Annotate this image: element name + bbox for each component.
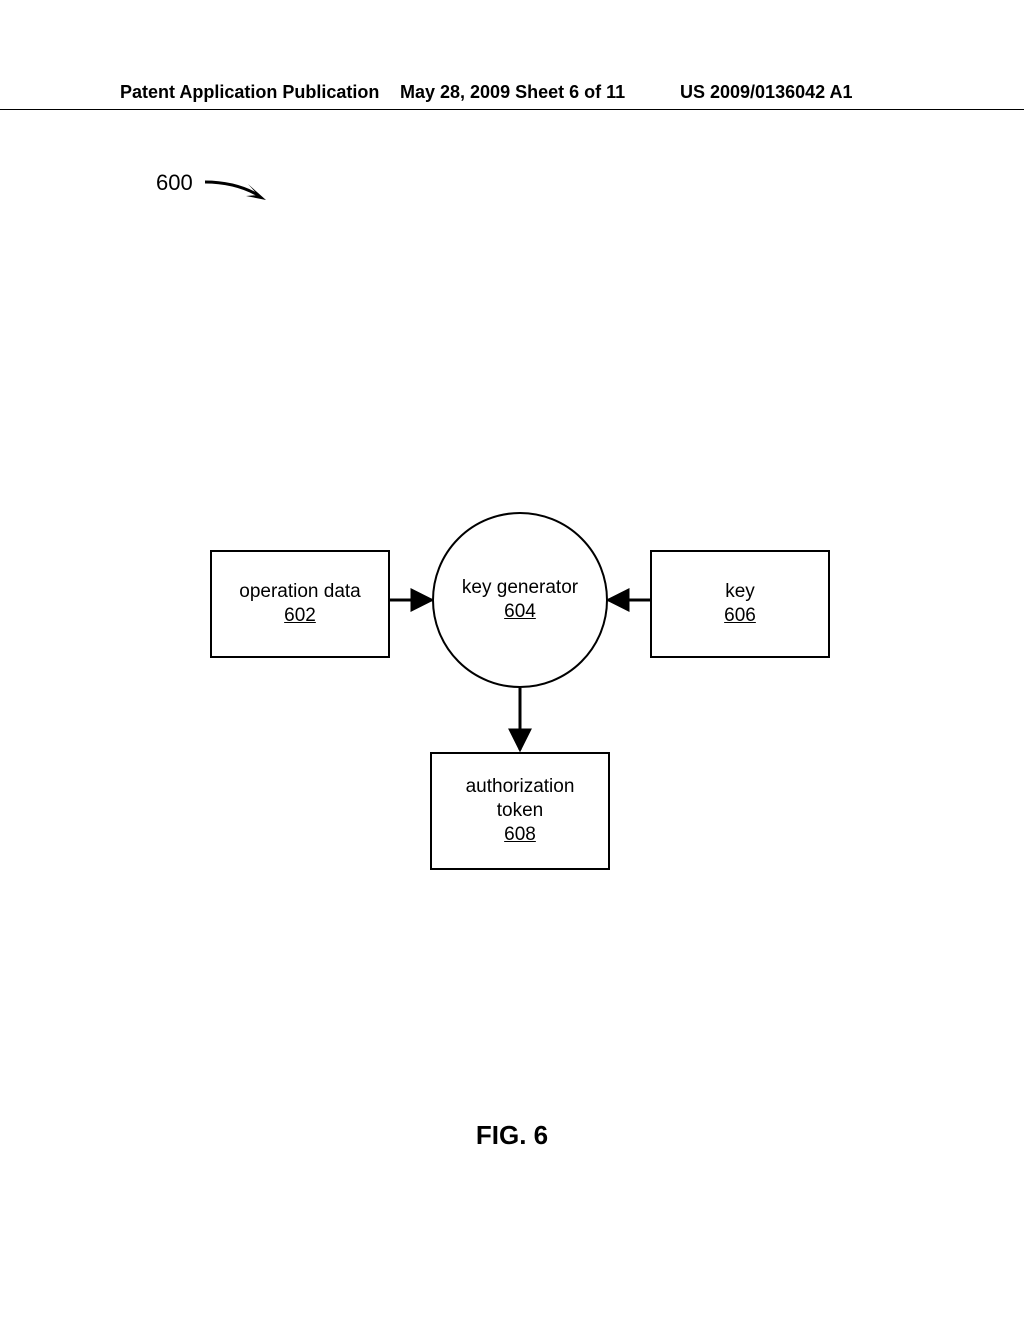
authorization-token-box: authorization token 608 [430, 752, 610, 870]
figure-caption: FIG. 6 [0, 1120, 1024, 1151]
key-number: 606 [724, 604, 756, 628]
authorization-token-number: 608 [504, 823, 536, 847]
page: Patent Application Publication May 28, 2… [0, 0, 1024, 1320]
key-generator-number: 604 [504, 600, 536, 624]
operation-data-label: operation data [239, 580, 361, 604]
key-box: key 606 [650, 550, 830, 658]
key-generator-label: key generator [462, 576, 578, 600]
authorization-token-label-1: authorization [466, 775, 575, 799]
key-generator-circle: key generator 604 [432, 512, 608, 688]
authorization-token-label-2: token [497, 799, 543, 823]
operation-data-box: operation data 602 [210, 550, 390, 658]
operation-data-number: 602 [284, 604, 316, 628]
key-label: key [725, 580, 755, 604]
